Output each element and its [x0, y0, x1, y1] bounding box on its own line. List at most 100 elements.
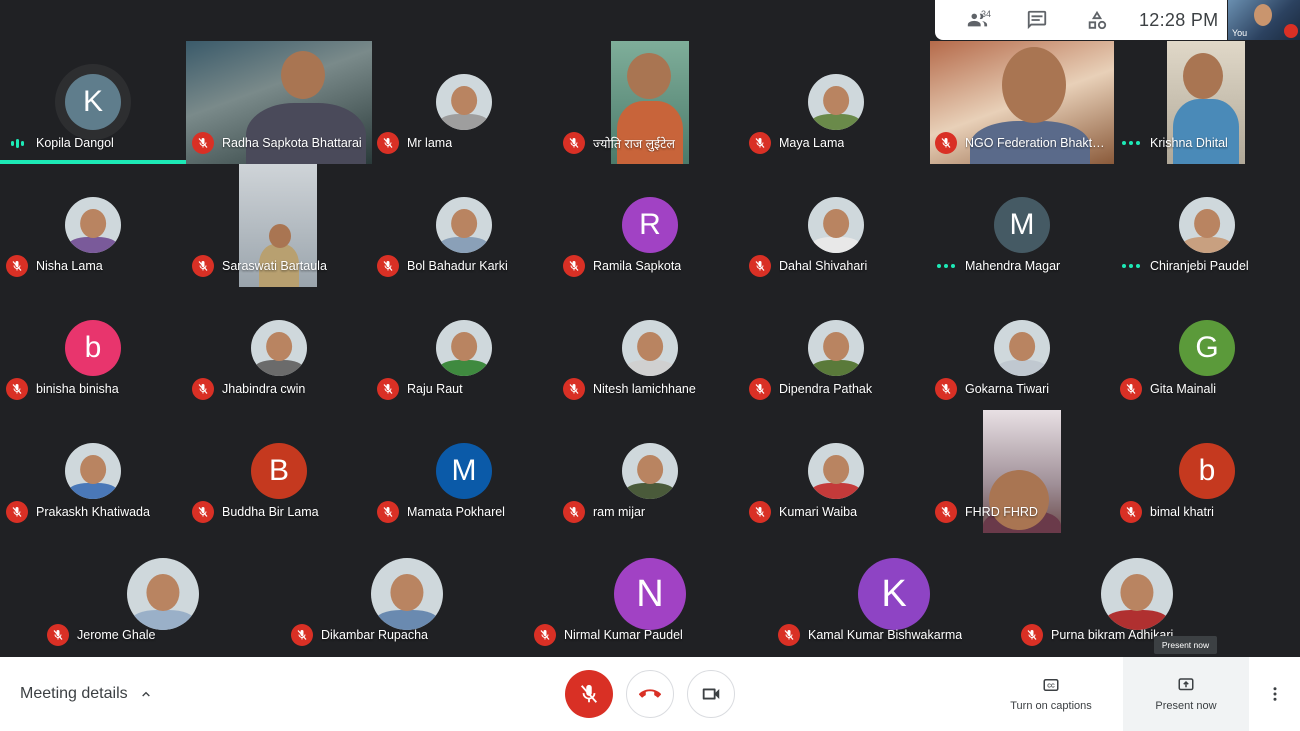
- participant-tile[interactable]: M Mamata Pokharel: [371, 410, 557, 533]
- participant-name: Saraswati Bartaula: [222, 259, 327, 273]
- mic-off-icon: [1284, 24, 1298, 38]
- self-label: You: [1232, 28, 1248, 38]
- more-vert-icon: [1273, 687, 1277, 701]
- participant-name: Dahal Shivahari: [779, 259, 868, 273]
- self-view-tile[interactable]: You: [1228, 0, 1300, 40]
- participant-name-bar: ज्योति राज लुईटेल: [563, 132, 675, 154]
- participant-name: Nisha Lama: [36, 259, 103, 273]
- participant-name: Raju Raut: [407, 382, 463, 396]
- microphone-toggle-button[interactable]: [565, 670, 613, 718]
- participant-tile[interactable]: Mr lama: [371, 41, 557, 164]
- participant-tile[interactable]: Raju Raut: [371, 287, 557, 410]
- participant-tile[interactable]: b binisha binisha: [0, 287, 186, 410]
- participant-name: Kumari Waiba: [779, 505, 858, 519]
- participant-tile[interactable]: M Mahendra Magar: [929, 164, 1115, 287]
- mic-off-icon: [47, 624, 69, 646]
- avatar: R: [622, 197, 678, 253]
- participant-tile[interactable]: ज्योति राज लुईटेल: [557, 41, 743, 164]
- participant-name-bar: Kamal Kumar Bishwakarma: [778, 624, 962, 646]
- participant-name-bar: Ramila Sapkota: [563, 255, 681, 277]
- captions-button[interactable]: CC Turn on captions: [998, 657, 1104, 731]
- avatar-photo-body: [811, 483, 861, 499]
- meeting-details-button[interactable]: Meeting details: [20, 657, 154, 731]
- avatar-photo-body: [811, 237, 861, 253]
- avatar-photo-face: [823, 332, 849, 362]
- camera-toggle-button[interactable]: [687, 670, 735, 718]
- participants-count: 34: [981, 9, 992, 19]
- mic-off-icon: [749, 132, 771, 154]
- avatar-photo-body: [439, 360, 489, 376]
- participant-tile[interactable]: Jhabindra cwin: [186, 287, 372, 410]
- clock-time: 12:28 PM: [1139, 9, 1219, 30]
- participant-tile[interactable]: Dikambar Rupacha: [285, 534, 529, 656]
- avatar: K: [858, 558, 930, 630]
- mic-off-icon: [377, 501, 399, 523]
- participant-tile[interactable]: B Buddha Bir Lama: [186, 410, 372, 533]
- mic-off-icon: [377, 378, 399, 400]
- participant-tile[interactable]: Bol Bahadur Karki: [371, 164, 557, 287]
- participant-tile[interactable]: Nitesh lamichhane: [557, 287, 743, 410]
- audio-idle-icon: [1120, 255, 1142, 277]
- participants-button[interactable]: 34: [947, 0, 1007, 40]
- participant-tile[interactable]: NGO Federation Bhaktapur: [929, 41, 1115, 164]
- participant-tile[interactable]: R Ramila Sapkota: [557, 164, 743, 287]
- audio-idle-icon: [1120, 132, 1142, 154]
- participant-tile[interactable]: N Nirmal Kumar Paudel: [528, 534, 772, 656]
- participant-tile[interactable]: Saraswati Bartaula: [186, 164, 372, 287]
- participant-name: Gita Mainali: [1150, 382, 1216, 396]
- meet-window: K Kopila Dangol Radha Sapkota Bhattarai Mr …: [0, 0, 1300, 731]
- participant-tile[interactable]: b bimal khatri: [1114, 410, 1300, 533]
- participant-name-bar: Raju Raut: [377, 378, 463, 400]
- participant-tile[interactable]: Radha Sapkota Bhattarai: [186, 41, 372, 164]
- participant-tile[interactable]: ram mijar: [557, 410, 743, 533]
- participant-name: Buddha Bir Lama: [222, 505, 319, 519]
- participant-tile[interactable]: Dahal Shivahari: [743, 164, 929, 287]
- participant-tile[interactable]: Chiranjebi Paudel: [1114, 164, 1300, 287]
- participant-tile[interactable]: Prakaskh Khatiwada: [0, 410, 186, 533]
- avatar: b: [65, 320, 121, 376]
- participant-tile[interactable]: K Kopila Dangol: [0, 41, 186, 164]
- participant-name-bar: bimal khatri: [1120, 501, 1214, 523]
- leave-call-button[interactable]: [626, 670, 674, 718]
- participant-tile[interactable]: Jerome Ghale: [41, 534, 285, 656]
- participant-name-bar: Maya Lama: [749, 132, 844, 154]
- participant-name-bar: binisha binisha: [6, 378, 119, 400]
- avatar-photo-body: [68, 483, 118, 499]
- participant-tile[interactable]: Kumari Waiba: [743, 410, 929, 533]
- avatar: [808, 197, 864, 253]
- participant-name: Gokarna Tiwari: [965, 382, 1050, 396]
- avatar-photo-face: [1009, 332, 1035, 362]
- participant-tile[interactable]: Gokarna Tiwari: [929, 287, 1115, 410]
- avatar: G: [1179, 320, 1235, 376]
- participant-name: Bol Bahadur Karki: [407, 259, 508, 273]
- avatar-photo-face: [1120, 573, 1154, 612]
- participant-tile[interactable]: K Kamal Kumar Bishwakarma: [772, 534, 1016, 656]
- speaking-indicator-icon: [6, 132, 28, 154]
- participant-tile[interactable]: Nisha Lama: [0, 164, 186, 287]
- participant-tile[interactable]: G Gita Mainali: [1114, 287, 1300, 410]
- avatar-photo-body: [254, 360, 304, 376]
- mic-off-icon: [935, 378, 957, 400]
- more-options-button[interactable]: [1262, 681, 1288, 707]
- avatar-photo-body: [811, 360, 861, 376]
- avatar: [371, 558, 443, 630]
- mic-off-icon: [749, 255, 771, 277]
- avatar-photo-face: [390, 573, 424, 612]
- video-person-face: [281, 51, 325, 99]
- participant-name-bar: Nirmal Kumar Paudel: [534, 624, 683, 646]
- avatar: [436, 197, 492, 253]
- present-now-button[interactable]: Present now: [1123, 657, 1249, 731]
- mic-off-icon: [534, 624, 556, 646]
- participant-tile[interactable]: FHRD FHRD: [929, 410, 1115, 533]
- activities-button[interactable]: [1067, 0, 1127, 40]
- participant-tile[interactable]: Purna bikram Adhikari: [1015, 534, 1259, 656]
- participant-name-bar: Mahendra Magar: [935, 255, 1060, 277]
- participant-tile[interactable]: Krishna Dhital: [1114, 41, 1300, 164]
- participant-tile[interactable]: Dipendra Pathak: [743, 287, 929, 410]
- avatar: [808, 320, 864, 376]
- participant-tile[interactable]: Maya Lama: [743, 41, 929, 164]
- chat-button[interactable]: [1007, 0, 1067, 40]
- participant-name-bar: Jerome Ghale: [47, 624, 156, 646]
- mic-off-icon: [935, 132, 957, 154]
- participant-name: Jerome Ghale: [77, 628, 156, 642]
